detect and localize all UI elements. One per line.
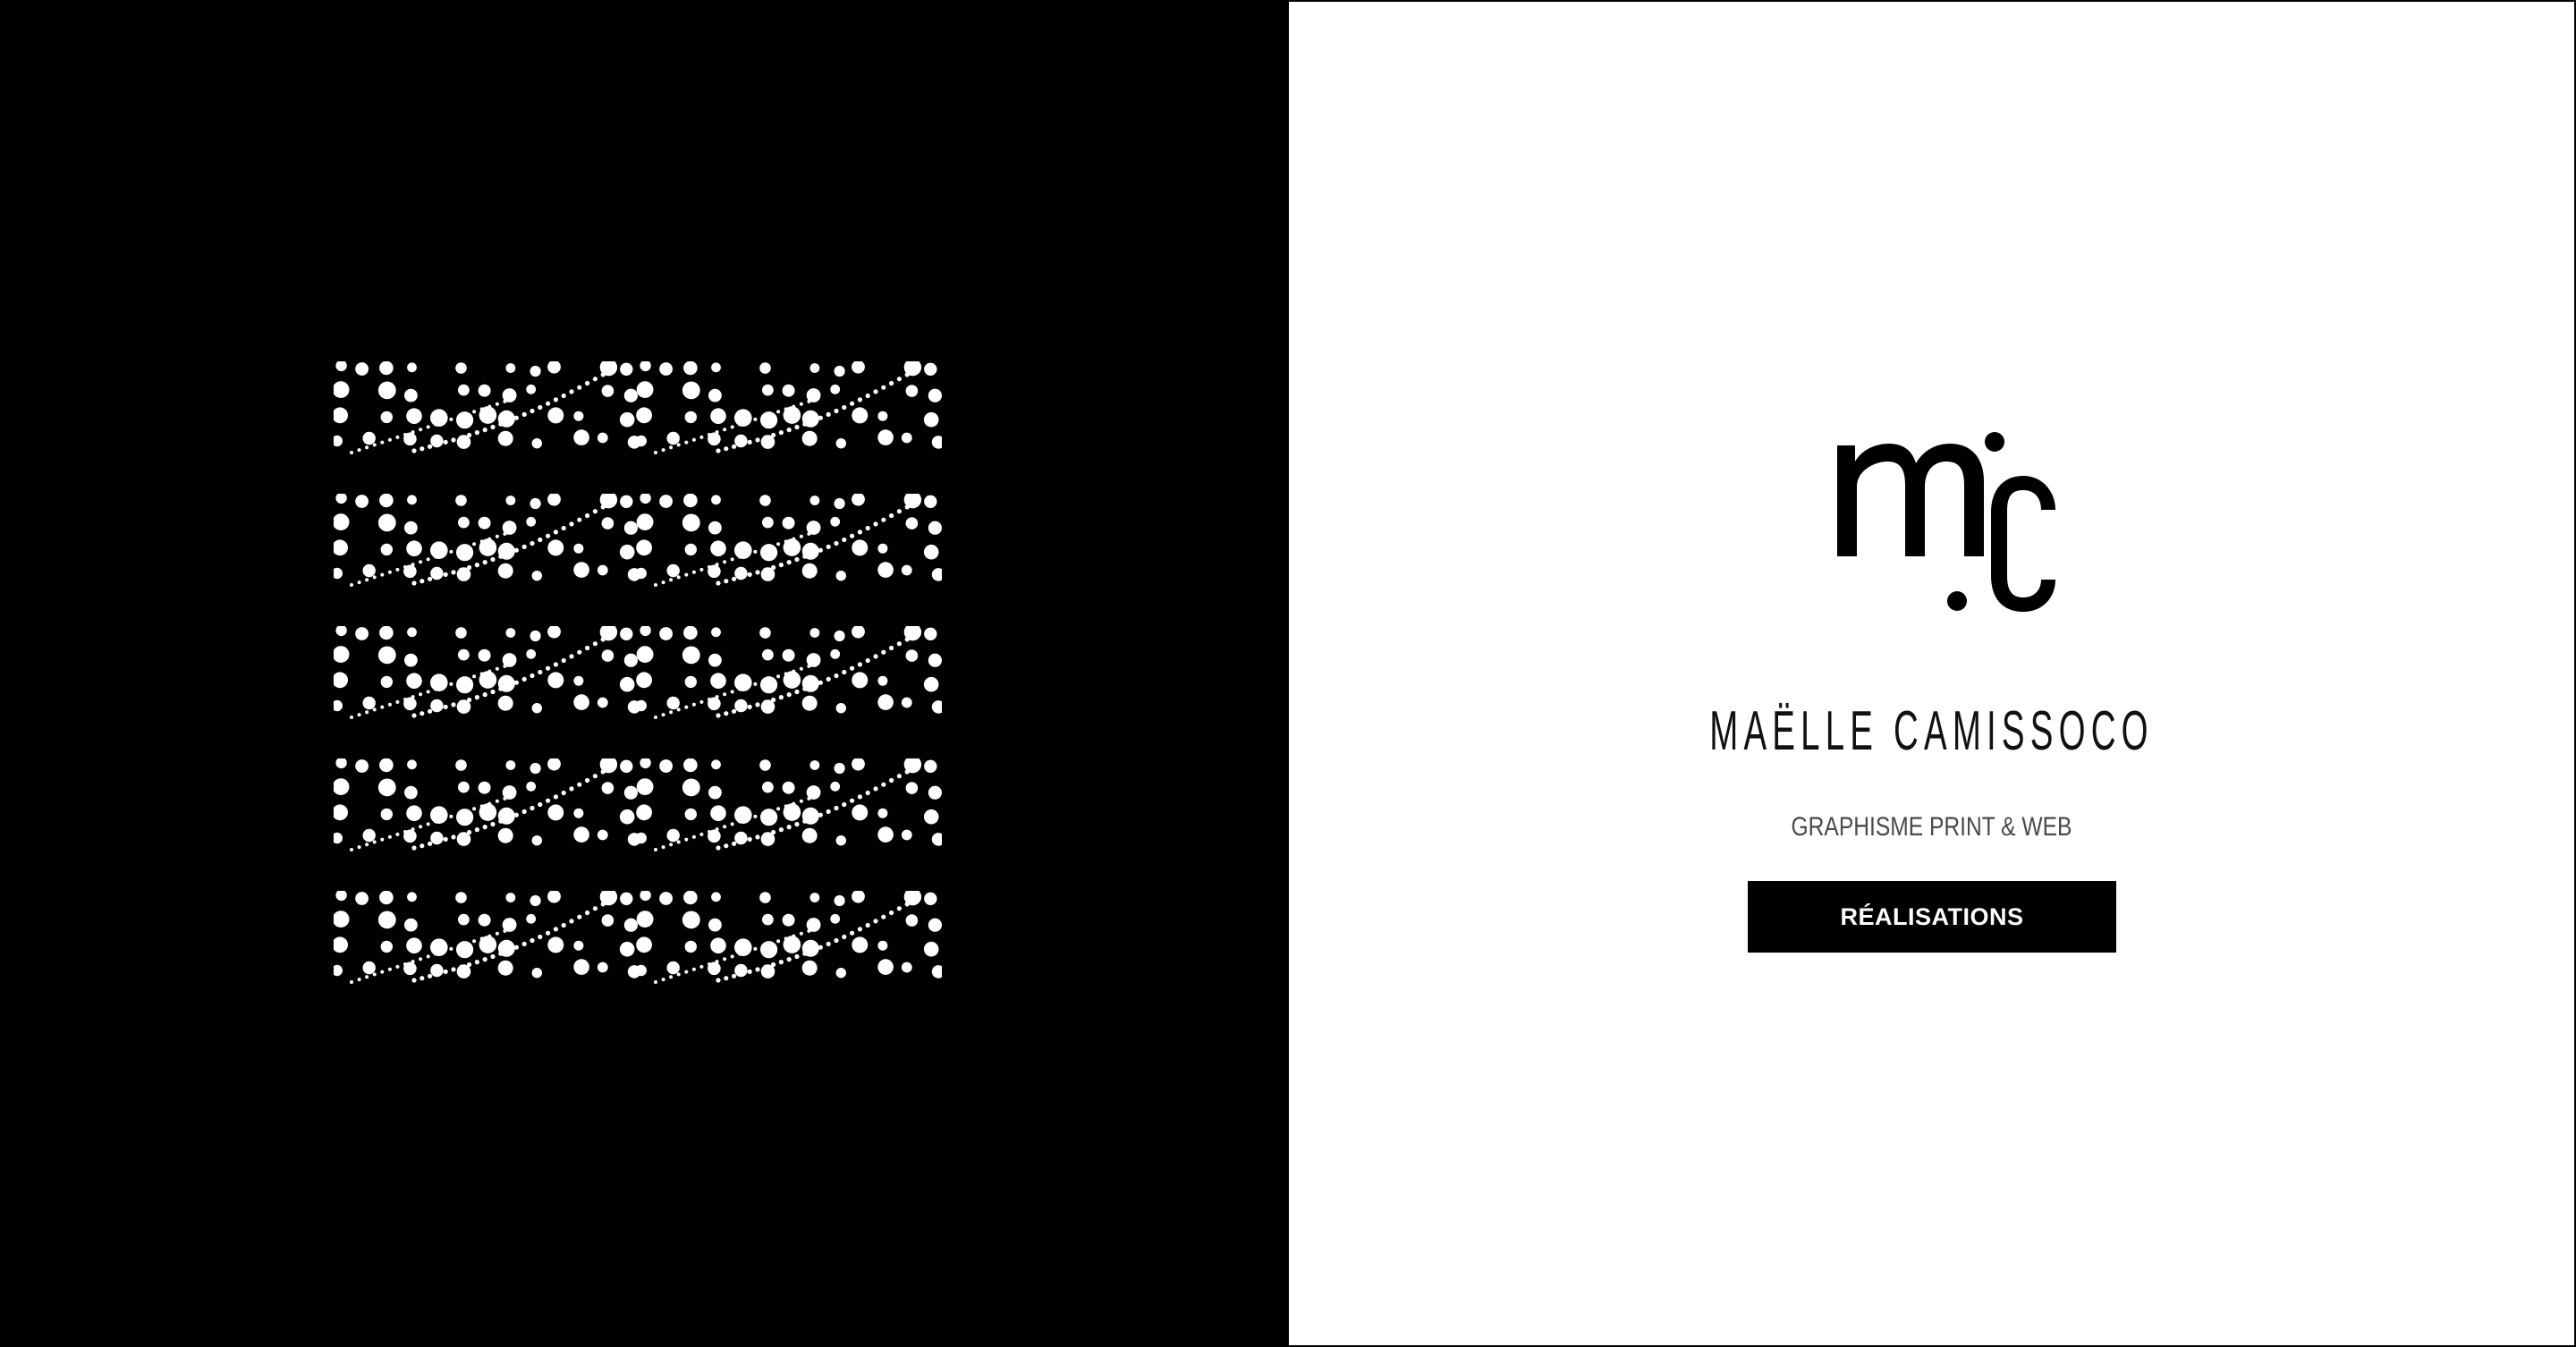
brand-tagline: GRAPHISME PRINT & WEB (1791, 812, 2072, 842)
landing-page: MAËLLE CAMISSOCO GRAPHISME PRINT & WEB R… (0, 0, 2576, 1347)
hero-pattern-panel (2, 2, 1289, 1345)
pattern-band (334, 891, 942, 984)
pattern-band (334, 494, 942, 587)
brand-name: MAËLLE CAMISSOCO (1709, 700, 2154, 762)
brand-panel: MAËLLE CAMISSOCO GRAPHISME PRINT & WEB R… (1289, 2, 2574, 1345)
pattern-band (334, 626, 942, 719)
realisations-button[interactable]: RÉALISATIONS (1748, 881, 2116, 953)
pattern-band (334, 361, 942, 454)
dotted-pattern-bands (334, 361, 942, 984)
pattern-band (334, 758, 942, 851)
mc-monogram-logo (1837, 432, 2055, 612)
